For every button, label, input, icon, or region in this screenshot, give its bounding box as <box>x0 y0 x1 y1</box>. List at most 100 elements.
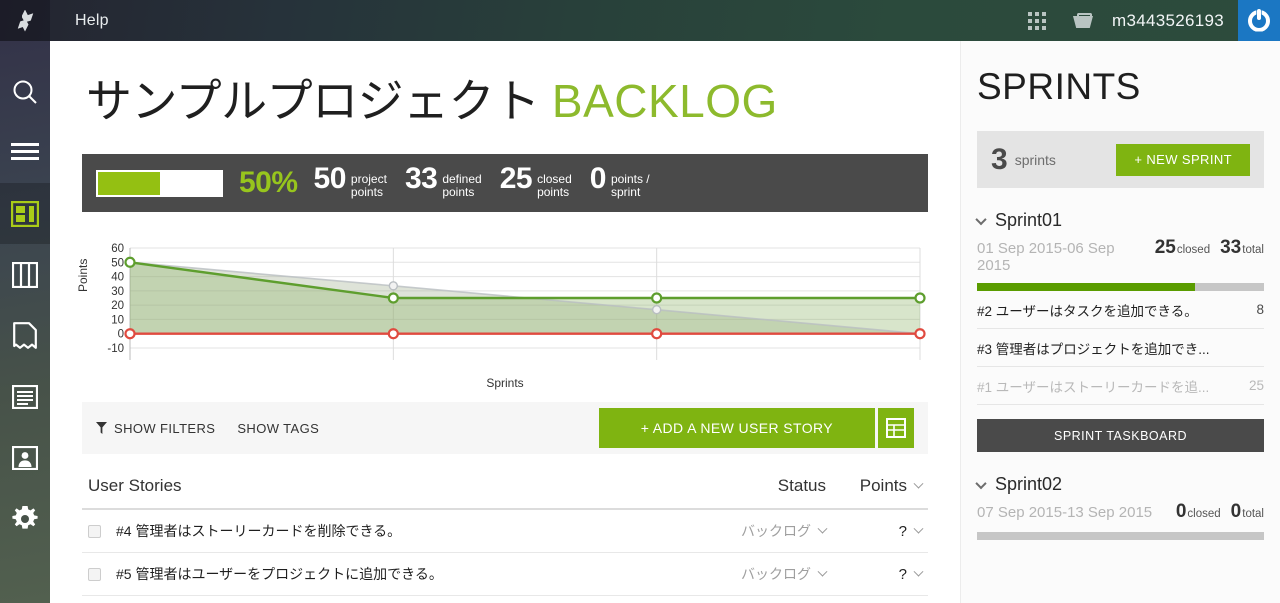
bulk-add-button[interactable] <box>878 408 914 448</box>
chart-y-axis-label: Points <box>76 258 90 292</box>
project-stats-bar: 50% 50 project points 33 defined points 25 clos… <box>82 154 928 212</box>
sidebar-item-settings[interactable] <box>0 488 50 549</box>
col-header-status: Status <box>777 476 826 495</box>
sprint-story-title: #3 管理者はプロジェクトを追加でき... <box>977 341 1210 357</box>
story-checkbox[interactable] <box>88 524 101 538</box>
backlog-icon <box>11 200 39 227</box>
stat-label-line2: points <box>350 185 383 199</box>
chart-x-axis-label: Sprints <box>486 376 524 390</box>
issues-document-icon <box>13 322 37 349</box>
sprint-progress-fill <box>977 283 1196 291</box>
story-checkbox[interactable] <box>88 567 101 581</box>
sprint-story-row[interactable]: #2 ユーザーはタスクを追加できる。 8 <box>977 291 1264 329</box>
sprint-story-title: #1 ユーザーはストーリーカードを追... <box>977 379 1210 395</box>
stat-number: 50 <box>313 162 347 195</box>
sprint-story-points: 8 <box>1256 302 1264 317</box>
user-stories-rows: #4 管理者はストーリーカードを削除できる。 バックログ? #5 管理者はユーザーを… <box>82 510 928 596</box>
story-points-label: ? <box>898 522 907 540</box>
svg-text:60: 60 <box>111 243 124 255</box>
burndown-chart: Points 60 50 40 30 20 10 0 -10 Sprints <box>76 238 928 390</box>
stat-items: 50 project points 33 defined points 25 closed po… <box>314 162 668 204</box>
sprint-story-row[interactable]: #1 ユーザーはストーリーカードを追... 25 <box>977 367 1264 405</box>
logout-button[interactable] <box>1238 0 1280 41</box>
top-navigation-bar: Help m3443526193 <box>0 0 1280 41</box>
story-points-label: ? <box>898 565 907 583</box>
table-row[interactable]: #5 管理者はユーザーをプロジェクトに追加できる。 バックログ? <box>82 553 928 596</box>
page-title: サンプルプロジェクト BACKLOG <box>86 65 928 131</box>
svg-text:20: 20 <box>111 300 124 312</box>
svg-text:10: 10 <box>111 314 124 326</box>
story-points[interactable]: ? <box>826 522 924 540</box>
svg-text:30: 30 <box>111 286 124 298</box>
sprint-story-title: #2 ユーザーはタスクを追加できる。 <box>977 303 1198 319</box>
sprint-story-row[interactable]: #3 管理者はプロジェクトを追加でき... <box>977 329 1264 367</box>
apps-grid-button[interactable] <box>1014 0 1060 41</box>
sidebar-item-team[interactable] <box>0 427 50 488</box>
stat-label-line2: points <box>442 185 475 199</box>
story-status[interactable]: バックログ <box>698 521 828 541</box>
sprint-name-label: Sprint01 <box>995 210 1063 230</box>
gear-icon <box>12 505 38 532</box>
chevron-down-icon <box>913 523 924 534</box>
username-label[interactable]: m3443526193 <box>1112 11 1224 31</box>
svg-text:40: 40 <box>111 272 124 284</box>
sprint-meta: 01 Sep 2015-06 Sep 2015 25 closed 33 total <box>977 237 1264 274</box>
sprints-count-label: sprints <box>1014 151 1056 168</box>
main-content: サンプルプロジェクト BACKLOG 50% 50 project points 33… <box>50 41 960 603</box>
stat-item: 0 points / sprint <box>590 162 650 204</box>
sprint-closed: 25 closed <box>1154 237 1211 258</box>
story-status[interactable]: バックログ <box>698 564 828 584</box>
story-status-label: バックログ <box>741 566 811 582</box>
funnel-filter-icon <box>96 422 107 434</box>
stat-label: closed points <box>537 173 572 199</box>
project-progress-bar <box>96 169 223 197</box>
sprint-total: 33 total <box>1220 237 1264 258</box>
search-icon <box>11 78 39 106</box>
project-name: サンプルプロジェクト <box>86 75 540 127</box>
stat-number: 25 <box>499 162 533 195</box>
chevron-down-icon <box>913 566 924 577</box>
sprint-block: Sprint02 07 Sep 2015-13 Sep 2015 0 closed 0 t… <box>975 474 1264 540</box>
burndown-chart-svg: 60 50 40 30 20 10 0 -10 <box>107 243 926 360</box>
stat-number: 33 <box>404 162 438 195</box>
stat-label-line2: sprint <box>610 185 641 199</box>
story-title[interactable]: #4 管理者はストーリーカードを削除できる。 <box>116 521 698 541</box>
sidebar-item-wiki[interactable] <box>0 366 50 427</box>
add-user-story-button[interactable]: + ADD A NEW USER STORY <box>598 408 875 448</box>
sidebar-item-search[interactable] <box>0 61 50 122</box>
svg-text:-10: -10 <box>107 343 124 355</box>
stat-number: 0 <box>589 162 607 195</box>
sprint-total: 0 total <box>1230 501 1264 522</box>
sprint-name[interactable]: Sprint02 <box>975 474 1264 495</box>
basket-icon <box>1073 13 1093 28</box>
table-row[interactable]: #4 管理者はストーリーカードを削除できる。 バックログ? <box>82 510 928 553</box>
sprint-dates: 07 Sep 2015-13 Sep 2015 <box>977 504 1153 521</box>
app-logo[interactable] <box>0 0 50 41</box>
sprint-taskboard-button[interactable]: SPRINT TASKBOARD <box>977 419 1264 452</box>
sprint-closed: 0 closed <box>1175 501 1221 522</box>
spreadsheet-icon <box>886 418 906 438</box>
sprint-progress-bar <box>977 283 1264 291</box>
wiki-lines-icon <box>12 384 38 409</box>
sidebar-item-kanban[interactable] <box>0 244 50 305</box>
sidebar-item-menu[interactable] <box>0 122 50 183</box>
sprints-panel: SPRINTS 3 sprints + NEW SPRINT Sprint01 0… <box>960 41 1280 603</box>
sidebar-item-backlog[interactable] <box>0 183 50 244</box>
basket-button[interactable] <box>1060 0 1106 41</box>
stat-label: project points <box>351 173 387 199</box>
show-filters-label: SHOW FILTERS <box>114 420 216 436</box>
sprints-count: 3 <box>991 142 1008 176</box>
story-points[interactable]: ? <box>826 565 924 583</box>
col-header-user-stories: User Stories <box>88 476 182 495</box>
col-header-points[interactable]: Points <box>826 476 924 496</box>
project-progress-fill <box>98 171 160 195</box>
taiga-star-logo-icon <box>14 10 36 32</box>
show-tags-button[interactable]: SHOW TAGS <box>237 421 319 436</box>
new-sprint-button[interactable]: + NEW SPRINT <box>1116 143 1250 176</box>
sprint-name[interactable]: Sprint01 <box>975 210 1264 231</box>
help-link[interactable]: Help <box>75 12 109 30</box>
sidebar-item-issues[interactable] <box>0 305 50 366</box>
show-filters-button[interactable]: SHOW FILTERS <box>96 421 215 436</box>
stat-item: 50 project points <box>314 162 387 204</box>
story-title[interactable]: #5 管理者はユーザーをプロジェクトに追加できる。 <box>116 564 698 584</box>
